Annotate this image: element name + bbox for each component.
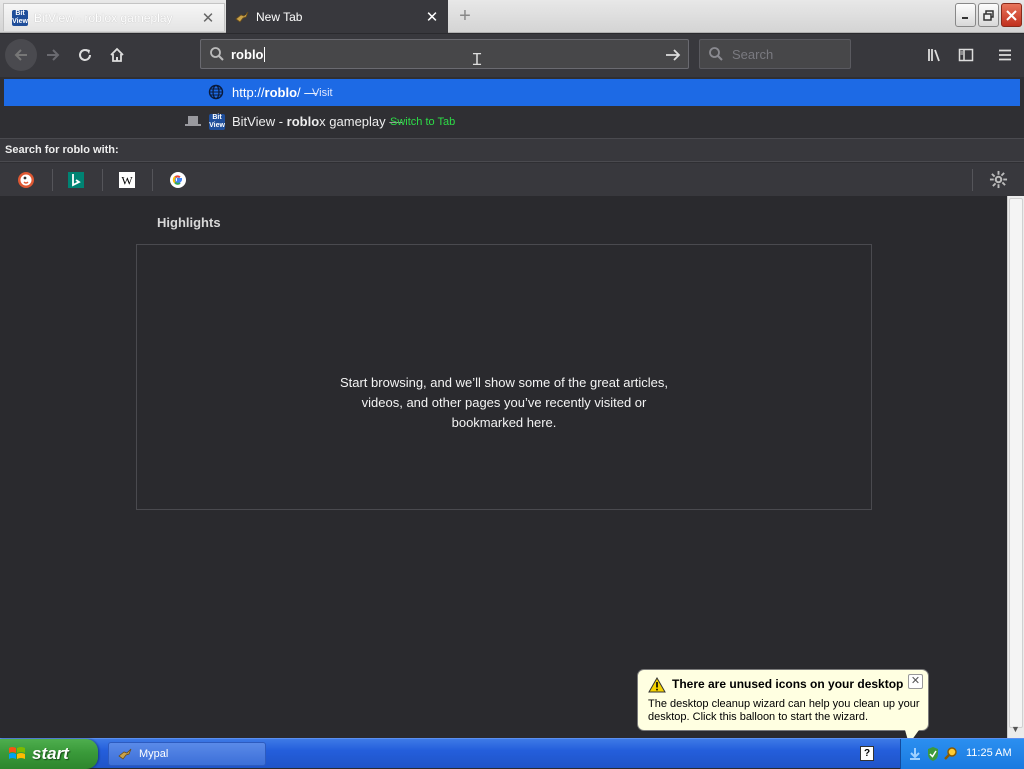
magnifier-icon[interactable] [943, 746, 959, 762]
warning-icon [648, 677, 666, 693]
search-icon [709, 47, 723, 61]
home-icon [110, 47, 124, 62]
network-icon[interactable] [907, 746, 923, 762]
back-button[interactable] [5, 39, 37, 71]
svg-text:W: W [121, 174, 133, 188]
ibeam-cursor-icon: Ｉ [469, 52, 486, 69]
minimize-icon [961, 17, 968, 19]
tab-icon [185, 116, 201, 126]
home-button[interactable] [102, 40, 132, 70]
google-icon[interactable] [169, 171, 187, 189]
hamburger-menu-icon [999, 49, 1011, 61]
tab-bitview[interactable]: Bit View BitView - roblox gameplay ✕ [3, 3, 225, 31]
balloon-body: The desktop cleanup wizard can help you … [648, 698, 920, 723]
new-tab-button[interactable]: + [454, 6, 476, 28]
windows-logo-icon [9, 747, 25, 759]
suggestion-switch-tab-row[interactable]: Bit View BitView - roblox gameplay — Swit… [0, 108, 1024, 135]
library-icon [928, 49, 940, 62]
taskbar-item-mypal[interactable]: Mypal [108, 742, 266, 766]
wikipedia-icon[interactable]: W [118, 171, 136, 189]
globe-icon [208, 84, 224, 100]
system-tray: 11:25 AM [900, 739, 1024, 769]
suggestion-title: BitView - roblox gameplay — [232, 114, 403, 129]
bitview-favicon-icon: Bit View [12, 9, 28, 26]
scrollbar-thumb[interactable] [1009, 198, 1023, 728]
engine-separator [972, 169, 973, 191]
bing-icon[interactable] [67, 171, 85, 189]
help-icon[interactable]: ? [860, 746, 874, 761]
close-window-button[interactable] [1001, 3, 1022, 27]
notification-balloon[interactable]: There are unused icons on your desktop T… [637, 669, 929, 731]
tray-shield-icon[interactable] [925, 746, 941, 762]
visit-action-label: Visit [312, 87, 333, 99]
library-button[interactable] [920, 40, 950, 70]
duckduckgo-icon[interactable] [17, 171, 35, 189]
minimize-button[interactable] [955, 3, 976, 27]
highlights-empty-message: Start browsing, and we’ll show some of t… [339, 375, 669, 430]
vertical-scrollbar[interactable]: ▼ [1007, 196, 1024, 738]
switch-to-tab-label: Switch to Tab [390, 116, 456, 128]
tab-new-tab[interactable]: New Tab ✕ [226, 0, 448, 33]
reload-button[interactable] [70, 40, 100, 70]
close-icon [1006, 9, 1017, 21]
navigation-toolbar: roblo Ｉ Search [0, 34, 1024, 77]
gear-icon[interactable] [989, 170, 1008, 189]
search-placeholder: Search [732, 46, 774, 62]
tab-strip: Bit View BitView - roblox gameplay ✕ New … [0, 0, 1024, 33]
search-bar[interactable]: Search [699, 39, 851, 69]
bitview-favicon-icon: Bit View [209, 114, 225, 130]
sidebar-icon [958, 48, 974, 62]
menu-button[interactable] [990, 40, 1020, 70]
engine-separator [152, 169, 153, 191]
address-bar[interactable]: roblo Ｉ [200, 39, 689, 69]
highlights-panel: Start browsing, and we’ll show some of t… [136, 244, 872, 510]
urlbar-dropdown: http://roblo/ — Visit Bit View BitView - … [0, 77, 1024, 196]
tab-title: New Tab [256, 9, 303, 24]
reload-icon [79, 49, 91, 61]
search-with-label: Search for roblo with: [5, 144, 119, 156]
sidebar-button[interactable] [951, 40, 981, 70]
mypal-app-icon [118, 748, 132, 760]
go-arrow-icon[interactable] [664, 46, 682, 64]
tab-title: BitView - roblox gameplay [34, 10, 173, 25]
address-input[interactable]: roblo [231, 47, 264, 62]
one-off-search-engines: W [0, 163, 1024, 196]
balloon-title: There are unused icons on your desktop [672, 677, 904, 691]
text-caret [263, 46, 265, 62]
back-arrow-icon [14, 49, 27, 61]
taskbar-item-label: Mypal [139, 748, 169, 760]
clock[interactable]: 11:25 AM [966, 747, 1012, 759]
restore-icon [983, 9, 994, 21]
close-tab-icon[interactable]: ✕ [424, 9, 440, 26]
restore-button[interactable] [978, 3, 999, 27]
close-tab-icon[interactable]: ✕ [200, 10, 216, 27]
engine-separator [102, 169, 103, 191]
scroll-down-arrow-icon[interactable]: ▼ [1011, 724, 1020, 734]
forward-arrow-icon [47, 49, 60, 61]
suggestion-visit-row[interactable]: http://roblo/ — Visit [4, 79, 1020, 106]
new-tab-content: Highlights Start browsing, and we’ll sho… [0, 196, 1007, 738]
forward-button[interactable] [38, 40, 68, 70]
highlights-heading: Highlights [157, 215, 221, 230]
start-label: start [32, 744, 69, 763]
engine-separator [52, 169, 53, 191]
search-with-header: Search for roblo with: [0, 138, 1024, 162]
mypal-favicon-icon [235, 11, 249, 23]
start-button[interactable]: start [0, 739, 98, 769]
balloon-close-button[interactable]: ✕ [908, 674, 923, 689]
suggestion-url: http://roblo/ — [232, 85, 318, 100]
taskbar: start Mypal ? 11:25 AM [0, 738, 1024, 769]
search-icon [210, 47, 224, 61]
